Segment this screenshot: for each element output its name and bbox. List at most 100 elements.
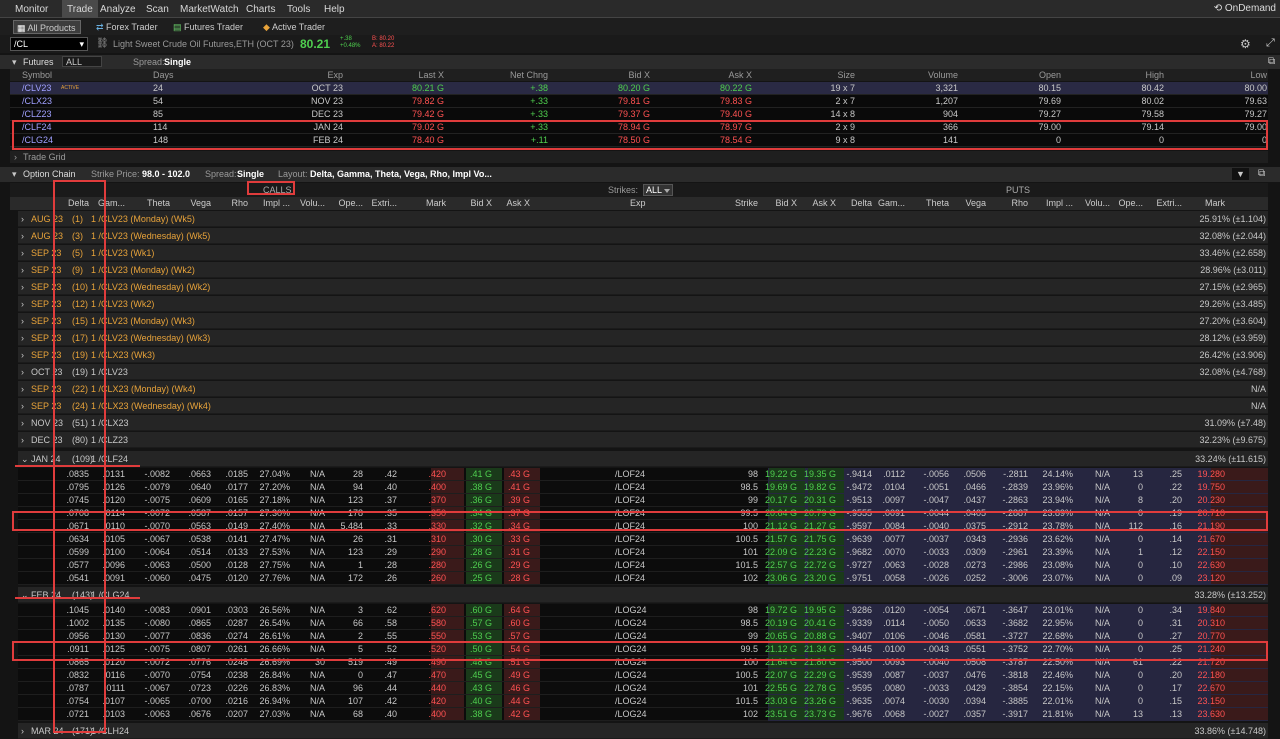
put-cell[interactable]: 21.57 G: [765, 534, 797, 544]
chevron-right-icon[interactable]: ›: [21, 231, 24, 241]
expiration-group[interactable]: › SEP 23 (5) 1 /CLV23 (Wk1) 33.46% (±2.658): [18, 245, 1268, 261]
popout-icon[interactable]: ⧉: [1258, 168, 1265, 179]
call-cell[interactable]: .60 G: [470, 605, 492, 615]
call-col-ope-[interactable]: Ope...: [338, 198, 363, 208]
call-cell[interactable]: .440: [428, 683, 446, 693]
call-cell[interactable]: .330: [428, 521, 446, 531]
put-cell[interactable]: 23.06 G: [765, 573, 797, 583]
futures-col-low[interactable]: Low: [1250, 70, 1267, 80]
call-cell[interactable]: .64 G: [508, 605, 530, 615]
call-cell[interactable]: .46 G: [508, 683, 530, 693]
menu-icon[interactable]: ▼: [1232, 168, 1249, 180]
expiration-group[interactable]: › SEP 23 (9) 1 /CLV23 (Monday) (Wk2) 28.96% …: [18, 262, 1268, 278]
call-col-gam-[interactable]: Gam...: [98, 198, 125, 208]
call-cell[interactable]: .26 G: [470, 560, 492, 570]
put-cell[interactable]: 21.64 G: [765, 657, 797, 667]
call-cell[interactable]: .42 G: [508, 709, 530, 719]
expiration-group[interactable]: › MAR 24 (171) 1 /CLH24 33.86% (±14.748): [18, 723, 1268, 739]
trade-grid-bar[interactable]: › Trade Grid: [10, 151, 1268, 163]
call-col-theta[interactable]: Theta: [147, 198, 170, 208]
futures-col-symbol[interactable]: Symbol: [22, 70, 52, 80]
put-cell[interactable]: 22.09 G: [765, 547, 797, 557]
option-row[interactable]: .0795 .0126 -.0079 .0640 .0177 27.20% N/A 94 .40…: [18, 481, 1268, 494]
put-col-bid-x[interactable]: Bid X: [775, 198, 797, 208]
call-cell[interactable]: .37 G: [508, 508, 530, 518]
put-cell[interactable]: 23.20 G: [804, 573, 836, 583]
put-cell[interactable]: 23.26 G: [804, 696, 836, 706]
put-cell[interactable]: 22.07 G: [765, 670, 797, 680]
call-cell[interactable]: .50 G: [470, 644, 492, 654]
call-cell[interactable]: .280: [428, 560, 446, 570]
expiration-group[interactable]: › SEP 23 (15) 1 /CLV23 (Monday) (Wk3) 27.20%…: [18, 313, 1268, 329]
call-cell[interactable]: .43 G: [508, 469, 530, 479]
put-cell[interactable]: 20.64 G: [765, 508, 797, 518]
put-col-gam-[interactable]: Gam...: [878, 198, 905, 208]
put-cell[interactable]: 23.03 G: [765, 696, 797, 706]
tab-active-trader[interactable]: ◆ Active Trader: [260, 20, 329, 34]
option-row[interactable]: .0956 .0130 -.0077 .0836 .0274 26.61% N/A 2 .55.…: [18, 630, 1268, 643]
option-row[interactable]: .0787 .0111 -.0067 .0723 .0226 26.83% N/A 96 .44…: [18, 682, 1268, 695]
put-cell[interactable]: 21.34 G: [804, 644, 836, 654]
put-col-extri-[interactable]: Extri...: [1156, 198, 1182, 208]
col-strike[interactable]: Strike: [735, 198, 758, 208]
expiration-group[interactable]: › SEP 23 (24) 1 /CLX23 (Wednesday) (Wk4) N/A: [18, 398, 1268, 414]
option-row[interactable]: .0911 .0125 -.0075 .0807 .0261 26.66% N/A 5 .52.…: [18, 643, 1268, 656]
expiration-group[interactable]: ⌄ JAN 24 (109) 1 /CLF24 33.24% (±11.615): [18, 451, 1268, 467]
expiration-group[interactable]: › AUG 23 (1) 1 /CLV23 (Monday) (Wk5) 25.91% …: [18, 211, 1268, 227]
call-cell[interactable]: .40 G: [470, 696, 492, 706]
futures-col-bid-x[interactable]: Bid X: [628, 70, 650, 80]
call-col-delta[interactable]: Delta: [68, 198, 89, 208]
call-cell[interactable]: .30 G: [470, 534, 492, 544]
call-col-vega[interactable]: Vega: [190, 198, 211, 208]
put-cell[interactable]: 22.72 G: [804, 560, 836, 570]
expiration-group[interactable]: › AUG 23 (3) 1 /CLV23 (Wednesday) (Wk5) 32.0…: [18, 228, 1268, 244]
put-cell[interactable]: 20.65 G: [765, 631, 797, 641]
futures-col-ask-x[interactable]: Ask X: [728, 70, 752, 80]
call-cell[interactable]: .420: [428, 469, 446, 479]
put-col-impl-[interactable]: Impl ...: [1046, 198, 1073, 208]
option-row[interactable]: .0832 .0116 -.0070 .0754 .0238 26.84% N/A 0 .47.…: [18, 669, 1268, 682]
chevron-right-icon[interactable]: ›: [21, 333, 24, 343]
put-col-vega[interactable]: Vega: [965, 198, 986, 208]
call-cell[interactable]: .550: [428, 631, 446, 641]
futures-col-open[interactable]: Open: [1039, 70, 1061, 80]
expiration-group[interactable]: ⌄ FEB 24 (143) 1 /CLG24 33.28% (±13.252): [18, 587, 1268, 603]
futures-col-last-x[interactable]: Last X: [418, 70, 444, 80]
menu-item-help[interactable]: Help: [324, 4, 345, 15]
call-cell[interactable]: .29 G: [508, 560, 530, 570]
chevron-right-icon[interactable]: ›: [21, 384, 24, 394]
futures-col-high[interactable]: High: [1145, 70, 1164, 80]
col-exp[interactable]: Exp: [630, 198, 646, 208]
option-row[interactable]: .0721 .0103 -.0063 .0676 .0207 27.03% N/A 68 .40…: [18, 708, 1268, 721]
tab-futures-trader[interactable]: ▤ Futures Trader: [170, 20, 247, 34]
put-cell[interactable]: 20.31 G: [804, 495, 836, 505]
strikes-select[interactable]: ALL: [643, 184, 674, 196]
call-cell[interactable]: .54 G: [508, 644, 530, 654]
call-cell[interactable]: .28 G: [470, 547, 492, 557]
expiration-group[interactable]: › SEP 23 (19) 1 /CLX23 (Wk3) 26.42% (±3.906): [18, 347, 1268, 363]
call-cell[interactable]: .38 G: [470, 709, 492, 719]
futures-row[interactable]: /CLF24 114 JAN 24 79.02 G +.33 78.94 G 78.97 G…: [10, 121, 1268, 134]
tab-all-products[interactable]: ▦ All Products: [13, 20, 81, 34]
call-cell[interactable]: .310: [428, 534, 446, 544]
call-cell[interactable]: .290: [428, 547, 446, 557]
call-col-extri-[interactable]: Extri...: [371, 198, 397, 208]
call-cell[interactable]: .400: [428, 709, 446, 719]
expand-icon[interactable]: ⤢: [1266, 37, 1275, 50]
futures-col-exp[interactable]: Exp: [327, 70, 343, 80]
put-col-ope-[interactable]: Ope...: [1118, 198, 1143, 208]
futures-row[interactable]: /CLV23 24 OCT 23 80.21 G +.38 80.20 G 80.22 G 1…: [10, 82, 1268, 95]
call-cell[interactable]: .370: [428, 495, 446, 505]
tab-forex-trader[interactable]: ⇄ Forex Trader: [93, 20, 162, 34]
chevron-right-icon[interactable]: ›: [21, 401, 24, 411]
expiration-group[interactable]: › SEP 23 (22) 1 /CLX23 (Monday) (Wk4) N/A: [18, 381, 1268, 397]
put-cell[interactable]: 19.69 G: [765, 482, 797, 492]
menu-item-marketwatch[interactable]: MarketWatch: [180, 4, 239, 15]
layout-value[interactable]: Delta, Gamma, Theta, Vega, Rho, Impl Vo.…: [310, 169, 492, 179]
menu-item-scan[interactable]: Scan: [146, 4, 169, 15]
call-cell[interactable]: .34 G: [508, 521, 530, 531]
call-cell[interactable]: .41 G: [508, 482, 530, 492]
menu-item-tools[interactable]: Tools: [287, 4, 310, 15]
option-row[interactable]: .0745 .0120 -.0075 .0609 .0165 27.18% N/A 123 .3…: [18, 494, 1268, 507]
futures-row[interactable]: /CLZ23 85 DEC 23 79.42 G +.33 79.37 G 79.40 G 1…: [10, 108, 1268, 121]
